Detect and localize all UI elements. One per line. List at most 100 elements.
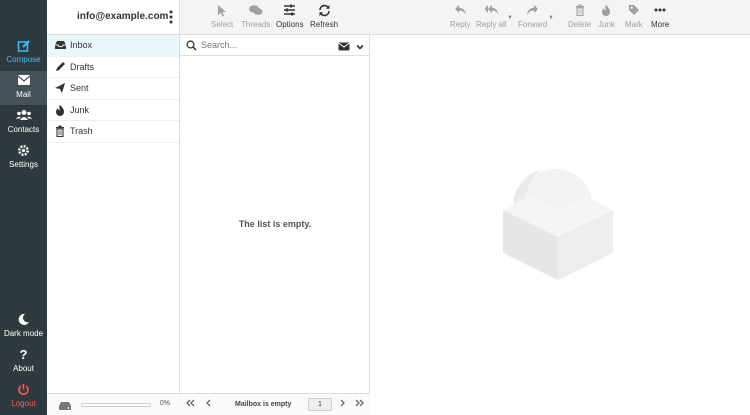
mail-label: Mail xyxy=(16,90,31,99)
cursor-icon xyxy=(211,2,233,20)
logout-button[interactable]: Logout xyxy=(0,380,47,414)
reply-all-button[interactable]: Reply all xyxy=(476,2,507,29)
empty-preview-illustration xyxy=(498,165,618,288)
forward-dropdown-icon[interactable]: ▼ xyxy=(548,15,554,21)
search-icon xyxy=(186,39,197,51)
hard-drive-icon xyxy=(58,400,72,414)
power-icon xyxy=(0,380,47,398)
refresh-button[interactable]: Refresh xyxy=(310,2,338,29)
mark-label: Mark xyxy=(625,20,643,29)
junk-label: Junk xyxy=(598,20,615,29)
folder-label: Drafts xyxy=(70,61,95,72)
delete-button[interactable]: Delete xyxy=(568,2,591,29)
message-preview-pane: Reply Reply all ▼ Forward ▼ Delete Junk … xyxy=(370,0,750,415)
reply-icon xyxy=(450,2,470,20)
list-pagination-footer: Mailbox is empty 1 xyxy=(180,393,370,415)
folder-trash[interactable]: Trash xyxy=(47,121,179,143)
message-list-pane: Select Threads Options Refresh Search...… xyxy=(180,0,370,415)
previous-page-icon[interactable] xyxy=(204,398,212,411)
reply-all-icon xyxy=(476,2,507,20)
folder-inbox[interactable]: Inbox xyxy=(47,35,179,57)
next-page-icon[interactable] xyxy=(339,398,347,411)
users-icon xyxy=(0,106,47,124)
empty-list-message: The list is empty. xyxy=(238,219,312,229)
left-navigation-rail: Compose Mail Contacts Settings Dark mode xyxy=(0,0,47,415)
inbox-icon xyxy=(53,39,67,51)
mailbox-status: Mailbox is empty xyxy=(235,401,292,408)
search-scope-envelope-icon[interactable] xyxy=(338,40,350,54)
settings-button[interactable]: Settings xyxy=(0,141,47,175)
search-input[interactable] xyxy=(201,40,321,50)
delete-label: Delete xyxy=(568,20,592,29)
pencil-icon xyxy=(53,61,67,73)
moon-icon xyxy=(0,310,47,328)
folder-list: Inbox Drafts Sent Junk Trash xyxy=(47,35,179,143)
reply-all-dropdown-icon[interactable]: ▼ xyxy=(507,15,513,21)
quota-percent: 0% xyxy=(159,400,170,407)
search-bar xyxy=(180,35,370,56)
refresh-icon xyxy=(310,2,338,20)
dark-mode-label: Dark mode xyxy=(3,329,44,338)
quota-footer: 0% xyxy=(47,393,180,415)
options-label: Options xyxy=(276,20,304,29)
more-button[interactable]: More xyxy=(651,2,669,29)
chevron-down-icon[interactable] xyxy=(356,40,364,54)
fire-icon xyxy=(598,2,615,20)
webmail-app: Compose Mail Contacts Settings Dark mode xyxy=(0,0,750,415)
contacts-label: Contacts xyxy=(7,125,40,134)
message-toolbar: Reply Reply all ▼ Forward ▼ Delete Junk … xyxy=(370,0,750,35)
more-label: More xyxy=(651,20,670,29)
page-number[interactable]: 1 xyxy=(308,398,332,411)
first-page-icon[interactable] xyxy=(185,398,195,411)
folder-pane-header: info@example.com xyxy=(47,0,179,35)
reply-button[interactable]: Reply xyxy=(450,2,470,29)
ellipsis-icon xyxy=(651,2,669,20)
mail-button[interactable]: Mail xyxy=(0,71,47,105)
dark-mode-button[interactable]: Dark mode xyxy=(0,310,47,344)
account-menu-icon[interactable] xyxy=(168,10,174,24)
forward-icon xyxy=(518,2,547,20)
trash-icon xyxy=(53,125,67,138)
forward-button[interactable]: Forward xyxy=(518,2,547,29)
reply-label: Reply xyxy=(450,20,471,29)
account-email: info@example.com xyxy=(77,11,169,22)
folder-label: Inbox xyxy=(70,40,93,51)
folder-label: Junk xyxy=(70,104,90,115)
contacts-button[interactable]: Contacts xyxy=(0,106,47,140)
options-button[interactable]: Options xyxy=(276,2,304,29)
tag-icon xyxy=(625,2,643,20)
compose-label: Compose xyxy=(6,55,41,64)
threads-button[interactable]: Threads xyxy=(241,2,270,29)
question-icon: ? xyxy=(19,347,28,362)
folder-sent[interactable]: Sent xyxy=(47,78,179,100)
gear-icon xyxy=(0,141,47,159)
threads-label: Threads xyxy=(241,20,271,29)
logout-label: Logout xyxy=(11,399,36,408)
select-button[interactable]: Select xyxy=(211,2,233,29)
forward-label: Forward xyxy=(518,20,548,29)
select-label: Select xyxy=(211,20,234,29)
reply-all-label: Reply all xyxy=(476,20,507,29)
comments-icon xyxy=(241,2,270,20)
refresh-label: Refresh xyxy=(310,20,339,29)
paper-plane-icon xyxy=(53,82,67,94)
folder-label: Trash xyxy=(70,126,93,137)
last-page-icon[interactable] xyxy=(355,398,365,411)
envelope-icon xyxy=(0,71,47,89)
folder-pane: info@example.com Inbox Drafts Sent Junk … xyxy=(47,0,180,415)
sliders-icon xyxy=(276,2,304,20)
compose-icon xyxy=(0,36,47,54)
junk-button[interactable]: Junk xyxy=(598,2,615,29)
folder-label: Sent xyxy=(70,83,89,94)
fire-icon xyxy=(53,104,67,116)
mark-button[interactable]: Mark xyxy=(625,2,643,29)
folder-drafts[interactable]: Drafts xyxy=(47,57,179,78)
settings-label: Settings xyxy=(9,160,38,169)
list-toolbar: Select Threads Options Refresh xyxy=(180,0,370,35)
folder-junk[interactable]: Junk xyxy=(47,100,179,121)
trash-icon xyxy=(568,2,591,20)
about-button[interactable]: ? About xyxy=(0,345,47,379)
about-label: About xyxy=(13,364,34,373)
quota-bar xyxy=(81,403,151,407)
compose-button[interactable]: Compose xyxy=(0,36,47,70)
